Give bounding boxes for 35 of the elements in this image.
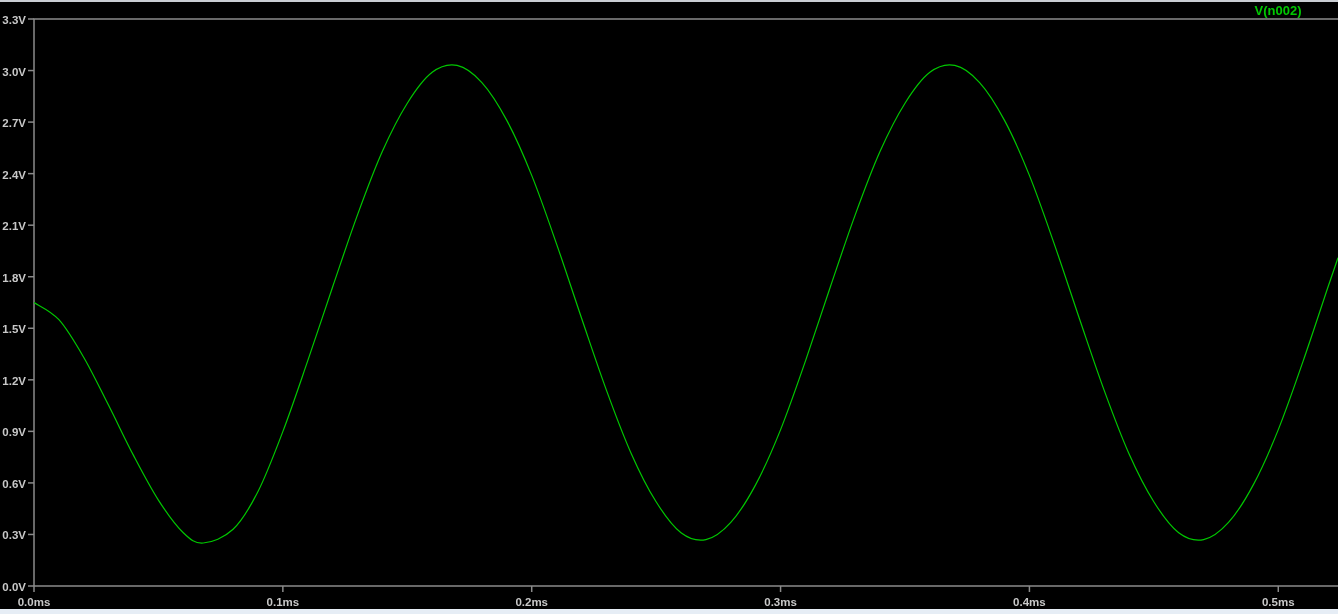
tick-mark	[27, 327, 35, 329]
x-tick-label: 0.5ms	[1261, 596, 1295, 608]
tick-mark	[27, 172, 35, 175]
y-tick-label: 3.0V	[2, 65, 26, 78]
y-tick-label: 2.1V	[2, 220, 26, 233]
y-tick-label: 1.5V	[2, 323, 26, 336]
trace-legend-label[interactable]: V(n002)	[1254, 3, 1302, 18]
y-tick-label: 2.4V	[2, 168, 26, 181]
y-tick-label: 2.7V	[2, 117, 26, 130]
y-tick-label: 1.2V	[2, 374, 26, 387]
tick-mark	[27, 379, 35, 381]
y-tick-label: 0.3V	[2, 529, 26, 542]
tick-mark	[1028, 585, 1031, 593]
x-tick-label: 0.2ms	[515, 596, 548, 608]
tick-mark	[27, 69, 35, 72]
y-tick-label: 0.6V	[2, 477, 26, 490]
x-tick-label: 0.0ms	[17, 596, 51, 608]
tick-mark	[1277, 585, 1279, 593]
y-tick-label: 1.8V	[2, 271, 26, 284]
y-tick-label: 3.3V	[2, 14, 26, 26]
tick-mark	[282, 585, 284, 593]
tick-mark	[27, 430, 35, 433]
x-tick-label: 0.1ms	[266, 596, 300, 608]
tick-mark	[27, 18, 35, 20]
tick-mark	[27, 276, 35, 278]
tick-mark	[27, 121, 35, 123]
x-tick-label: 0.4ms	[1013, 596, 1046, 608]
tick-mark	[530, 585, 533, 593]
tick-mark	[779, 585, 782, 593]
y-tick-label: 0.9V	[2, 426, 26, 439]
tick-mark	[27, 224, 35, 226]
y-tick-label: 0.0V	[2, 581, 26, 593]
tick-mark	[27, 533, 35, 536]
tick-mark	[27, 482, 35, 484]
x-tick-label: 0.3ms	[764, 596, 797, 608]
